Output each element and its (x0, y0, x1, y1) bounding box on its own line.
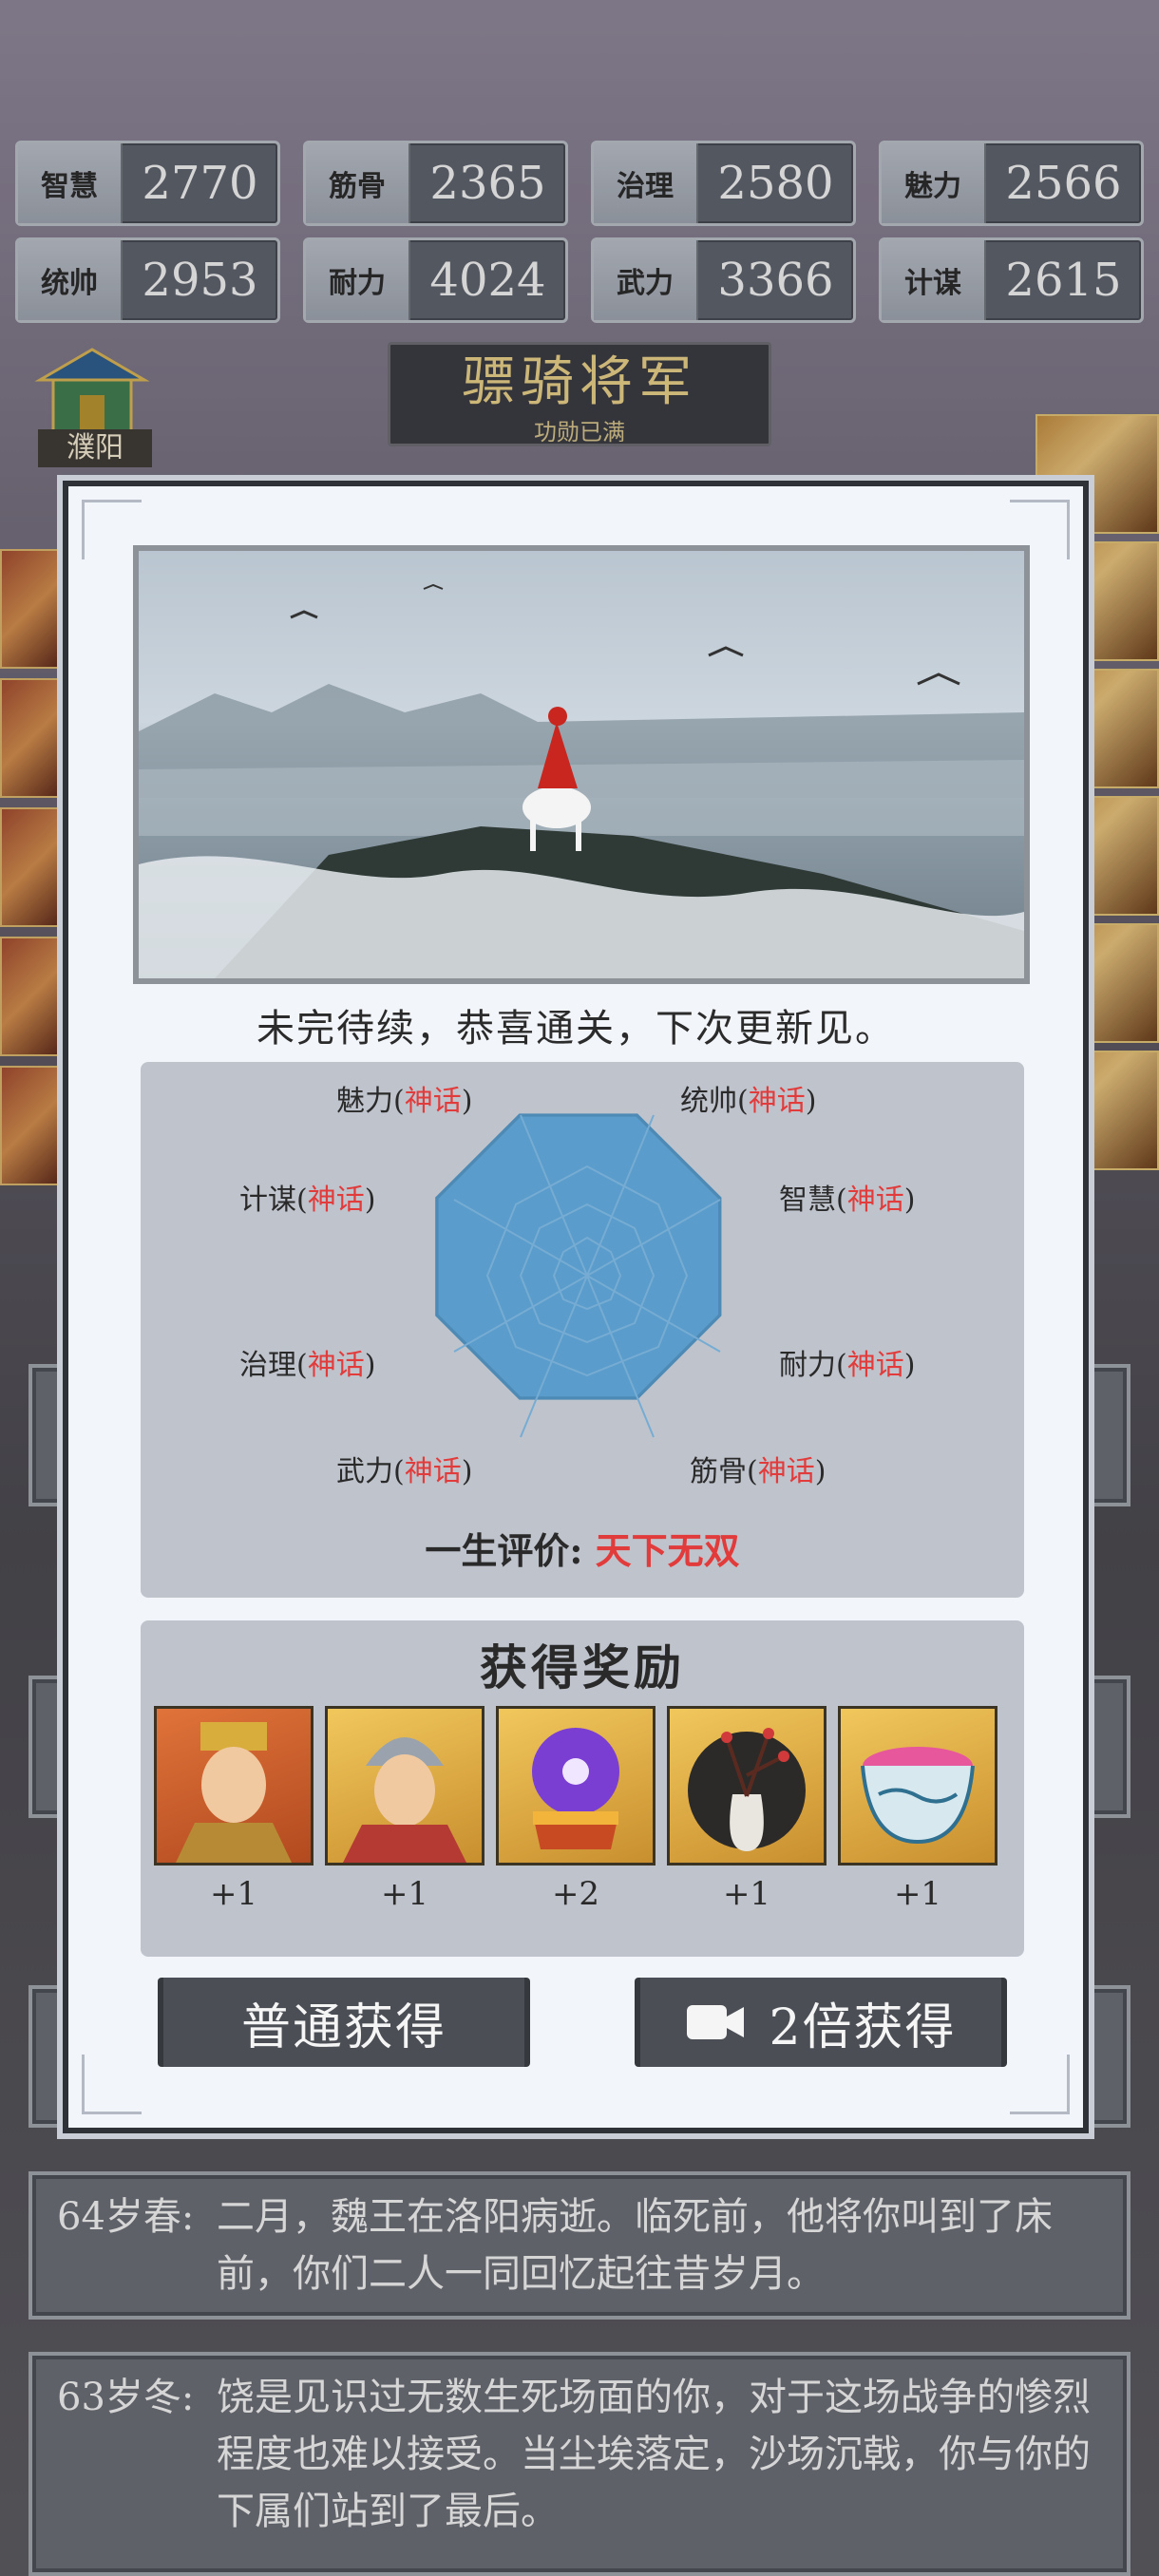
porcelain-bowl-icon (838, 1706, 998, 1866)
normal-claim-label: 普通获得 (240, 1998, 446, 2056)
ending-dialog: 未完待续，恭喜通关，下次更新见。 魅力(神话) 统帅(神话) 计谋(神话) 智慧… (57, 475, 1094, 2139)
reward-count: +1 (209, 1875, 258, 1913)
reward-item[interactable]: +1 (838, 1706, 998, 1913)
normal-claim-button[interactable]: 普通获得 (158, 1978, 530, 2067)
reward-count: +1 (722, 1875, 771, 1913)
double-claim-label: 2倍获得 (769, 1998, 957, 2056)
crystal-orb-icon (496, 1706, 656, 1866)
attribute-radar-panel: 魅力(神话) 统帅(神话) 计谋(神话) 智慧(神话) 治理(神话) 耐力(神话… (141, 1062, 1024, 1598)
reward-item[interactable]: +1 (154, 1706, 314, 1913)
video-camera-icon (687, 2005, 745, 2039)
double-claim-button[interactable]: 2倍获得 (635, 1978, 1007, 2067)
general-portrait-icon (154, 1706, 314, 1866)
radar-label-strategy: 计谋(神话) (239, 1184, 376, 1217)
life-evaluation: 一生评价: 天下无双 (141, 1522, 1024, 1574)
reward-count: +2 (551, 1875, 600, 1913)
corner-ornament (1010, 2055, 1070, 2114)
radar-label-endurance: 耐力(神话) (779, 1349, 916, 1382)
radar-label-force: 武力(神话) (336, 1455, 473, 1488)
reward-list: +1 +1 +2 +1 +1 (154, 1706, 998, 1913)
reward-title: 获得奖励 (480, 1639, 685, 1695)
radar-label-command: 统帅(神话) (680, 1085, 817, 1118)
radar-label-governance: 治理(神话) (239, 1349, 376, 1382)
life-evaluation-label: 一生评价: (425, 1529, 583, 1572)
radar-label-physique: 筋骨(神话) (690, 1455, 826, 1488)
ending-message: 未完待续，恭喜通关，下次更新见。 (256, 1007, 895, 1051)
reward-count: +1 (380, 1875, 429, 1913)
rider-on-hill-image (139, 583, 1024, 978)
life-evaluation-value: 天下无双 (595, 1529, 740, 1572)
plum-vase-icon (667, 1706, 826, 1866)
reward-panel: 获得奖励 +1 +1 +2 +1 +1 (141, 1620, 1024, 1957)
reward-item[interactable]: +1 (667, 1706, 826, 1913)
ending-illustration (133, 545, 1030, 984)
warrior-portrait-icon (325, 1706, 484, 1866)
attribute-radar-chart (435, 1113, 722, 1438)
radar-label-wisdom: 智慧(神话) (779, 1184, 916, 1217)
reward-count: +1 (893, 1875, 942, 1913)
radar-label-charm: 魅力(神话) (336, 1085, 473, 1118)
reward-item[interactable]: +1 (325, 1706, 484, 1913)
corner-ornament (82, 2055, 142, 2114)
reward-item[interactable]: +2 (496, 1706, 656, 1913)
